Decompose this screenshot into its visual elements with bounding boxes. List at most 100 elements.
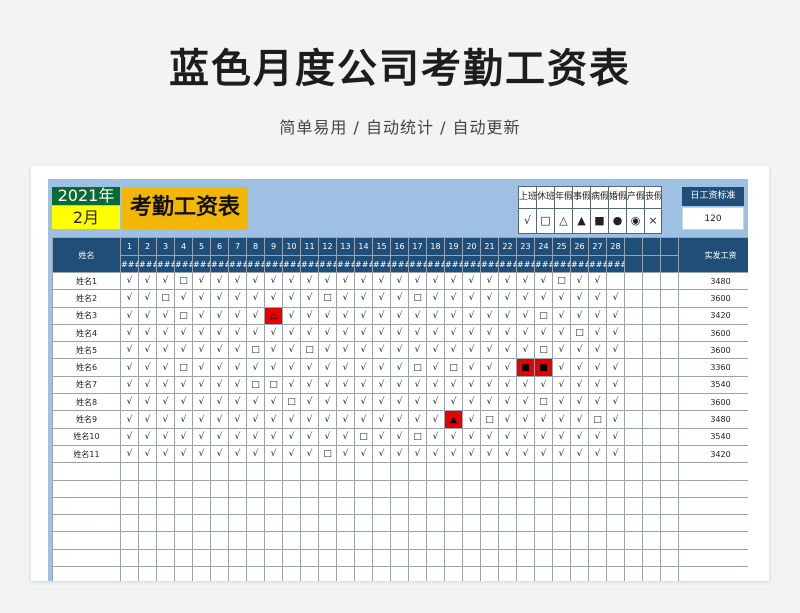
attendance-cell[interactable]: √	[336, 323, 355, 343]
attendance-cell[interactable]: √	[228, 427, 247, 446]
attendance-cell[interactable]: √	[480, 323, 499, 343]
empty-cell[interactable]	[174, 531, 193, 550]
attendance-cell[interactable]: √	[570, 358, 589, 377]
attendance-cell[interactable]: √	[444, 341, 463, 360]
attendance-cell[interactable]: √	[588, 393, 607, 412]
employee-name-cell[interactable]: 姓名9	[52, 410, 121, 429]
empty-cell[interactable]	[354, 566, 373, 581]
attendance-cell[interactable]: √	[156, 375, 175, 395]
attendance-cell[interactable]: √	[606, 444, 625, 464]
attendance-cell[interactable]: √	[516, 375, 535, 395]
attendance-cell[interactable]: √	[282, 427, 301, 446]
attendance-cell[interactable]: √	[408, 410, 427, 429]
attendance-cell[interactable]: √	[300, 271, 319, 291]
empty-cell[interactable]	[678, 566, 748, 581]
empty-cell[interactable]	[336, 496, 355, 516]
empty-cell[interactable]	[228, 531, 247, 550]
attendance-cell[interactable]: √	[210, 393, 229, 412]
employee-name-cell[interactable]: 姓名4	[52, 323, 121, 343]
empty-cell[interactable]	[210, 531, 229, 550]
empty-cell[interactable]	[624, 496, 643, 516]
attendance-cell[interactable]: √	[390, 393, 409, 412]
attendance-cell[interactable]: □	[300, 341, 319, 360]
empty-cell[interactable]	[570, 566, 589, 581]
empty-cell[interactable]	[120, 462, 139, 481]
empty-cell[interactable]	[570, 514, 589, 533]
empty-cell[interactable]	[552, 462, 571, 481]
empty-cell[interactable]	[606, 479, 625, 498]
empty-cell[interactable]	[624, 566, 643, 581]
empty-cell[interactable]	[52, 531, 121, 550]
empty-cell[interactable]	[372, 514, 391, 533]
empty-cell[interactable]	[138, 479, 157, 498]
attendance-cell[interactable]: √	[444, 427, 463, 446]
attendance-cell[interactable]: √	[120, 358, 139, 377]
empty-cell[interactable]	[390, 566, 409, 581]
empty-cell[interactable]	[192, 531, 211, 550]
attendance-cell[interactable]: √	[426, 271, 445, 291]
empty-cell[interactable]	[660, 531, 679, 550]
empty-cell[interactable]	[120, 479, 139, 498]
empty-cell[interactable]	[156, 531, 175, 550]
empty-cell[interactable]	[570, 548, 589, 568]
attendance-cell[interactable]: √	[498, 358, 517, 377]
empty-cell[interactable]	[138, 496, 157, 516]
attendance-cell[interactable]: √	[498, 323, 517, 343]
empty-cell[interactable]	[408, 462, 427, 481]
empty-cell[interactable]	[264, 479, 283, 498]
empty-cell[interactable]	[606, 548, 625, 568]
empty-cell[interactable]	[606, 462, 625, 481]
attendance-cell[interactable]: √	[210, 271, 229, 291]
attendance-cell[interactable]: √	[462, 306, 481, 325]
empty-cell[interactable]	[480, 479, 499, 498]
empty-cell[interactable]	[408, 514, 427, 533]
empty-cell[interactable]	[264, 496, 283, 516]
attendance-cell[interactable]: √	[174, 289, 193, 308]
attendance-cell[interactable]: √	[282, 341, 301, 360]
attendance-cell[interactable]: √	[516, 289, 535, 308]
attendance-cell[interactable]: √	[210, 341, 229, 360]
empty-cell[interactable]	[480, 531, 499, 550]
empty-cell[interactable]	[354, 531, 373, 550]
empty-cell[interactable]	[246, 462, 265, 481]
attendance-cell[interactable]: √	[408, 375, 427, 395]
attendance-cell[interactable]: √	[390, 358, 409, 377]
attendance-cell[interactable]: √	[498, 375, 517, 395]
blank-cell[interactable]	[660, 393, 679, 412]
attendance-cell[interactable]: √	[372, 358, 391, 377]
attendance-cell[interactable]: □	[534, 393, 553, 412]
attendance-cell[interactable]: √	[282, 289, 301, 308]
blank-cell[interactable]	[642, 289, 661, 308]
attendance-cell[interactable]: √	[174, 341, 193, 360]
attendance-cell[interactable]: √	[336, 289, 355, 308]
net-wage-cell[interactable]: 3480	[678, 410, 748, 429]
attendance-cell[interactable]: √	[120, 306, 139, 325]
employee-name-cell[interactable]: 姓名7	[52, 375, 121, 395]
attendance-cell[interactable]: √	[282, 271, 301, 291]
attendance-cell[interactable]: √	[192, 375, 211, 395]
empty-cell[interactable]	[660, 479, 679, 498]
attendance-cell[interactable]: △	[264, 306, 283, 325]
attendance-cell[interactable]: √	[552, 427, 571, 446]
attendance-cell[interactable]: √	[534, 427, 553, 446]
attendance-cell[interactable]: √	[408, 306, 427, 325]
empty-cell[interactable]	[52, 496, 121, 516]
empty-cell[interactable]	[210, 566, 229, 581]
attendance-cell[interactable]: √	[300, 444, 319, 464]
empty-cell[interactable]	[192, 479, 211, 498]
attendance-cell[interactable]: √	[246, 306, 265, 325]
attendance-cell[interactable]: √	[228, 323, 247, 343]
attendance-cell[interactable]: √	[498, 410, 517, 429]
blank-cell[interactable]	[642, 341, 661, 360]
attendance-cell[interactable]: √	[606, 289, 625, 308]
attendance-cell[interactable]: √	[462, 289, 481, 308]
attendance-cell[interactable]: ▲	[444, 410, 463, 429]
attendance-cell[interactable]: √	[246, 358, 265, 377]
attendance-cell[interactable]: √	[192, 410, 211, 429]
attendance-cell[interactable]: √	[264, 358, 283, 377]
attendance-cell[interactable]: √	[354, 393, 373, 412]
attendance-cell[interactable]: √	[552, 375, 571, 395]
empty-cell[interactable]	[228, 496, 247, 516]
attendance-cell[interactable]: √	[120, 444, 139, 464]
attendance-cell[interactable]: √	[354, 375, 373, 395]
